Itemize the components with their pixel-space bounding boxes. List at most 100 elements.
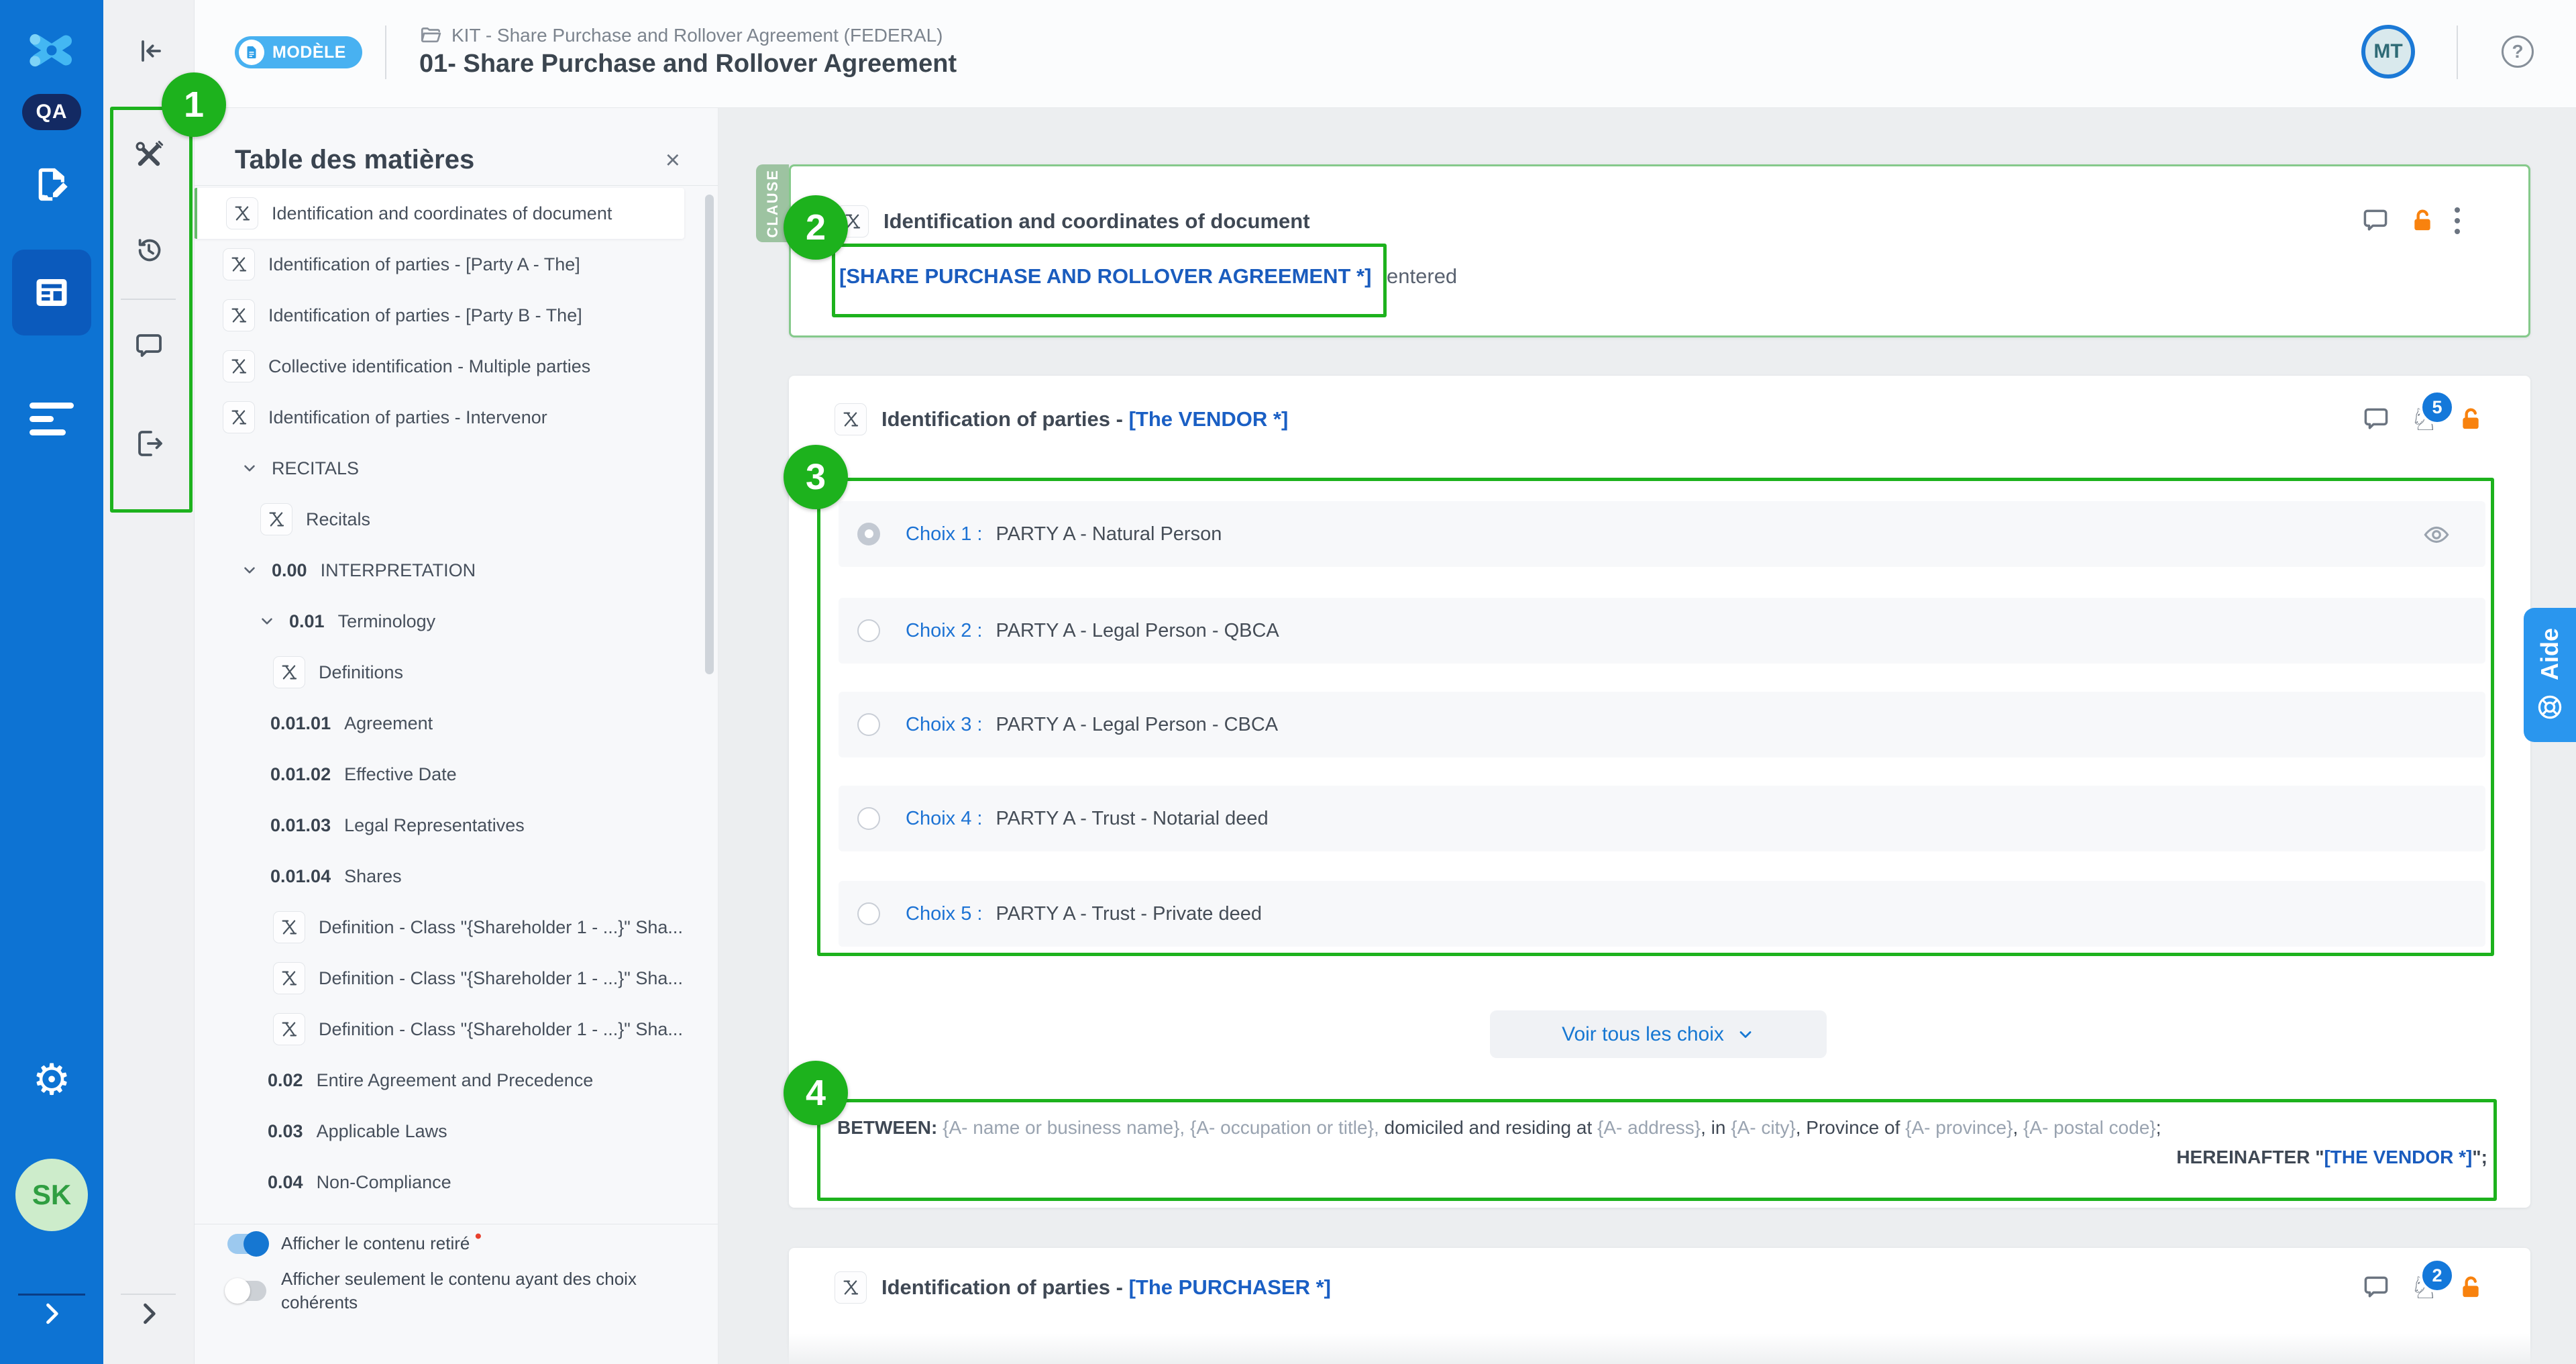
radio-button[interactable] xyxy=(857,619,880,642)
toc-item[interactable]: 0.01.03Legal Representatives xyxy=(194,800,718,851)
user-avatar-mt[interactable]: MT xyxy=(2361,25,2415,78)
clause-card-identification-document[interactable]: CLAUSE Identification and coordinates of… xyxy=(789,164,2530,337)
toc-item[interactable]: 0.00INTERPRETATION xyxy=(194,545,718,596)
sidebar-item-template-active[interactable] xyxy=(12,250,91,335)
text-segment: , xyxy=(1179,1117,1190,1138)
toc-item-number: 0.04 xyxy=(268,1172,303,1193)
toggle-label: Afficher seulement le contenu ayant des … xyxy=(281,1267,657,1314)
clause-type-tab: CLAUSE xyxy=(756,164,789,242)
toc-item-label: Legal Representatives xyxy=(344,815,525,836)
unlocked-icon[interactable] xyxy=(2457,406,2484,433)
unlocked-icon[interactable] xyxy=(2457,1274,2484,1301)
variants-count-badge: 2 xyxy=(2420,1258,2455,1293)
toc-item-number: 0.01.02 xyxy=(270,764,331,785)
toolbar-expand-button[interactable] xyxy=(103,1299,194,1328)
toc-item[interactable]: Definition - Class "{Shareholder 1 - ...… xyxy=(194,1004,718,1055)
toc-item[interactable]: Collective identification - Multiple par… xyxy=(194,341,718,392)
toc-item[interactable]: Recitals xyxy=(194,494,718,545)
toolbar-divider xyxy=(121,299,176,300)
choice-row[interactable]: Choix 4 : PARTY A - Trust - Notarial deed xyxy=(839,786,2485,851)
sidebar-item-settings[interactable]: ⚙ xyxy=(0,1059,103,1102)
toc-item[interactable]: Identification of parties - [Party B - T… xyxy=(194,290,718,341)
text-segment: "; xyxy=(2472,1147,2487,1167)
variants-button[interactable]: ♘ 2 xyxy=(2410,1271,2438,1304)
choice-row[interactable]: Choix 2 :PARTY A - Legal Person - QBCA xyxy=(839,598,2485,664)
toc-scrollbar[interactable] xyxy=(705,195,714,674)
toc-item-number: 0.02 xyxy=(268,1070,303,1091)
toc-item[interactable]: Definitions xyxy=(194,647,718,698)
toc-item[interactable]: Definition - Class "{Shareholder 1 - ...… xyxy=(194,953,718,1004)
history-button[interactable] xyxy=(103,234,194,266)
between-paragraph[interactable]: BETWEEN: {A- name or business name}, {A-… xyxy=(817,1100,2497,1201)
question-mark-icon: ? xyxy=(2512,41,2523,62)
choice-row[interactable]: Choix 1 :PARTY A - Natural Person xyxy=(839,501,2485,567)
toggle-show-coherent-choices[interactable]: Afficher seulement le contenu ayant des … xyxy=(227,1267,694,1314)
toc-item[interactable]: 0.01.04Shares xyxy=(194,851,718,902)
toc-item-label: Applicable Laws xyxy=(317,1121,447,1142)
toc-item[interactable]: 0.02Entire Agreement and Precedence xyxy=(194,1055,718,1106)
text-segment: ; xyxy=(2156,1117,2161,1138)
text-segment: BETWEEN: xyxy=(837,1117,943,1138)
comment-icon[interactable] xyxy=(2361,405,2391,434)
comments-button[interactable] xyxy=(103,330,194,362)
toc-item[interactable]: 0.03Applicable Laws xyxy=(194,1106,718,1157)
more-options-icon[interactable] xyxy=(2455,207,2460,234)
breadcrumb[interactable]: KIT - Share Purchase and Rollover Agreem… xyxy=(419,24,943,47)
bottom-fade xyxy=(718,1333,2576,1364)
page-header: MODÈLE KIT - Share Purchase and Rollover… xyxy=(194,0,2576,108)
tools-button[interactable] xyxy=(103,139,194,171)
radio-button[interactable] xyxy=(857,807,880,830)
toggle-show-removed-content[interactable]: Afficher le contenu retiré • xyxy=(227,1232,694,1255)
badge-document-icon xyxy=(239,40,264,65)
choice-name: Choix 5 : xyxy=(906,903,982,925)
comment-icon[interactable] xyxy=(2361,206,2390,235)
clause-body-text[interactable]: [SHARE PURCHASE AND ROLLOVER AGREEMENT *… xyxy=(839,264,1457,288)
text-segment: , Province of xyxy=(1796,1117,1905,1138)
toc-item[interactable]: RECITALS xyxy=(194,443,718,494)
toc-item[interactable]: Identification of parties - Intervenor xyxy=(194,392,718,443)
toggle-on-switch[interactable] xyxy=(227,1234,266,1254)
help-aide-tab[interactable]: Aide xyxy=(2524,608,2576,742)
collapse-panel-button[interactable] xyxy=(103,35,194,67)
choice-label: PARTY A - Legal Person - QBCA xyxy=(996,620,1279,642)
comment-icon[interactable] xyxy=(2361,1273,2391,1302)
toc-item[interactable]: Identification and coordinates of docume… xyxy=(194,188,684,239)
clause-card-vendor[interactable]: Identification of parties - [The VENDOR … xyxy=(789,376,2530,1208)
clause-title-variable[interactable]: [The VENDOR *] xyxy=(1129,407,1289,431)
close-icon[interactable]: × xyxy=(665,148,680,173)
toc-item[interactable]: Definition - Class "{Shareholder 1 - ...… xyxy=(194,902,718,953)
choice-name: Choix 1 : xyxy=(906,523,982,545)
document-toolbar xyxy=(103,0,195,1364)
export-button[interactable] xyxy=(103,427,194,460)
toc-item[interactable]: 0.01.01Agreement xyxy=(194,698,718,749)
toc-item[interactable]: Identification of parties - [Party A - T… xyxy=(194,239,718,290)
app-logo[interactable] xyxy=(0,23,103,78)
toggle-off-switch[interactable] xyxy=(227,1281,266,1301)
highlighted-variable[interactable]: [SHARE PURCHASE AND ROLLOVER AGREEMENT *… xyxy=(839,264,1371,288)
eye-icon[interactable] xyxy=(2422,521,2451,549)
clause-header: Identification of parties - [The VENDOR … xyxy=(835,403,1288,435)
show-all-choices-button[interactable]: Voir tous les choix xyxy=(1490,1010,1827,1058)
lifebuoy-icon xyxy=(2535,692,2565,722)
clause-title-variable[interactable]: [The PURCHASER *] xyxy=(1129,1275,1331,1299)
choice-label: PARTY A - Trust - Notarial deed xyxy=(996,808,1268,830)
toc-item[interactable]: 0.01.02Effective Date xyxy=(194,749,718,800)
sidebar-expand-button[interactable] xyxy=(0,1299,103,1328)
sidebar-item-list[interactable] xyxy=(0,403,103,435)
choice-row[interactable]: Choix 3 :PARTY A - Legal Person - CBCA xyxy=(839,692,2485,757)
radio-button[interactable] xyxy=(857,523,880,545)
toc-item[interactable]: 0.01Terminology xyxy=(194,596,718,647)
choice-name: Choix 4 : xyxy=(906,808,982,830)
toc-item[interactable]: 0.04Non-Compliance xyxy=(194,1157,718,1208)
breadcrumb-label: KIT - Share Purchase and Rollover Agreem… xyxy=(451,25,943,46)
variants-button[interactable]: ♘ 5 xyxy=(2410,403,2438,435)
unlocked-icon[interactable] xyxy=(2409,207,2436,234)
toc-item-label: Identification of parties - [Party A - T… xyxy=(268,254,580,275)
collapse-left-icon xyxy=(133,35,165,67)
help-button[interactable]: ? xyxy=(2502,36,2534,68)
user-avatar-sk[interactable]: SK xyxy=(0,1159,103,1231)
sidebar-item-editor[interactable] xyxy=(0,165,103,204)
radio-button[interactable] xyxy=(857,713,880,736)
choice-row[interactable]: Choix 5 :PARTY A - Trust - Private deed xyxy=(839,881,2485,947)
radio-button[interactable] xyxy=(857,902,880,925)
